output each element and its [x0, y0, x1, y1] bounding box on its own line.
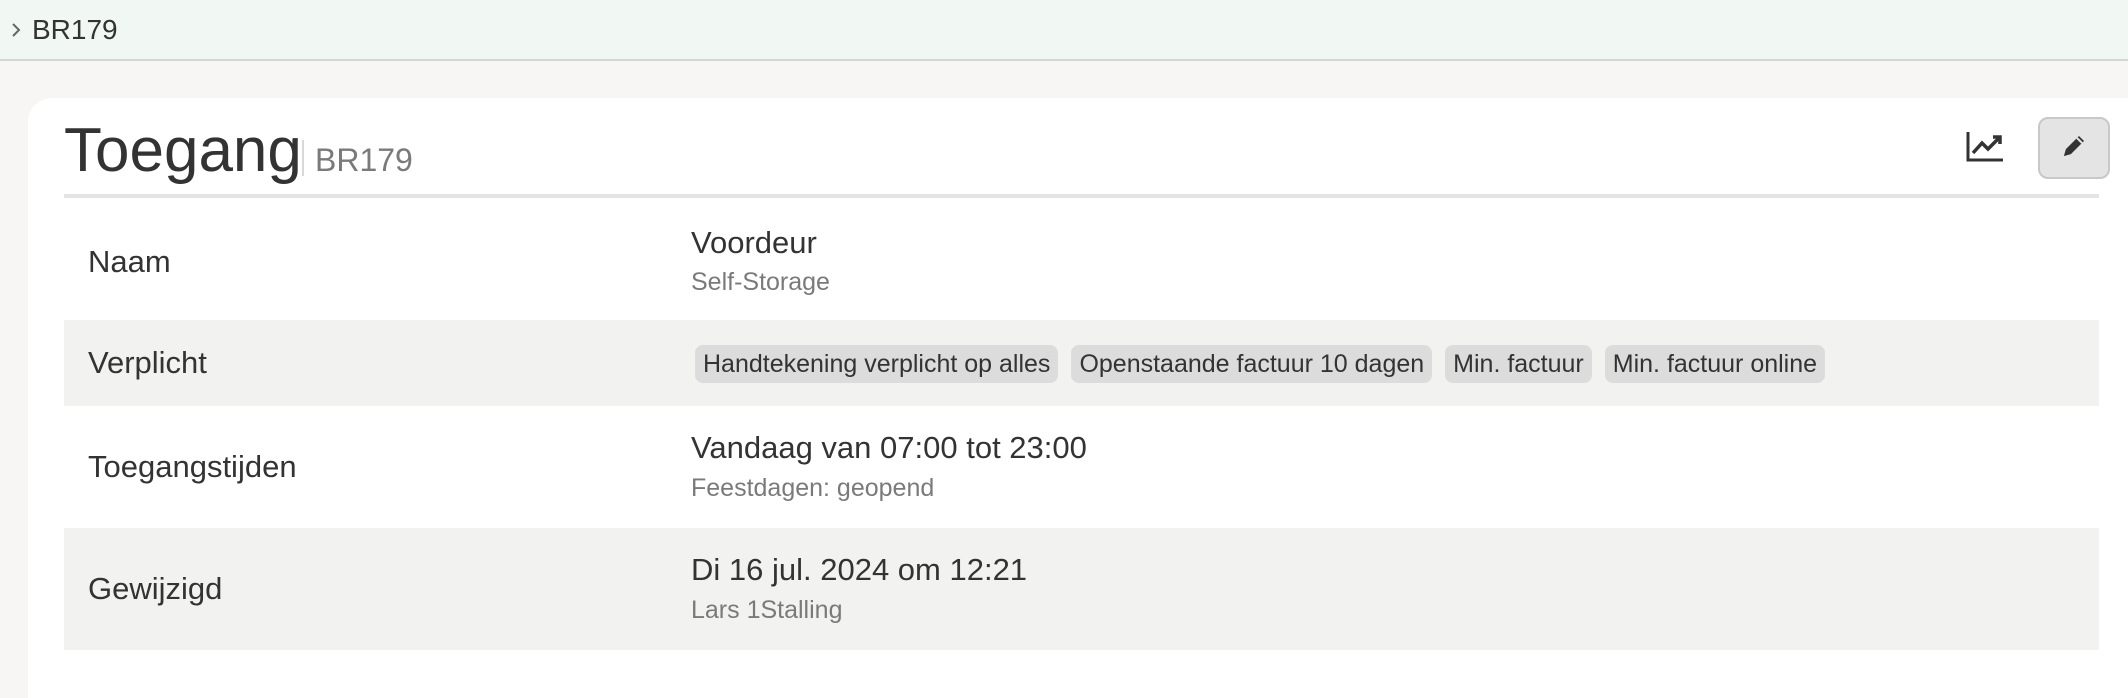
tag: Min. factuur online [1604, 345, 1826, 383]
chevron-right-icon[interactable] [0, 0, 32, 60]
row-value: Vandaag van 07:00 tot 23:00 [691, 430, 1087, 465]
page-subtitle: BR179 [315, 142, 413, 178]
tag-list: Handtekening verplicht op alles Openstaa… [695, 345, 1826, 383]
row-label: Toegangstijden [88, 449, 297, 484]
tag: Openstaande factuur 10 dagen [1071, 345, 1433, 383]
row-subvalue: Lars 1Stalling [691, 596, 843, 624]
line-chart-icon [1965, 129, 2005, 168]
row-label: Verplicht [88, 345, 207, 380]
detail-card: Toegang BR179 Naam Voordeur Self-Storage… [28, 98, 2128, 698]
edit-button[interactable] [2038, 117, 2110, 179]
row-value: Voordeur [691, 225, 817, 260]
row-naam: Naam Voordeur Self-Storage [64, 202, 2099, 320]
row-subvalue: Feestdagen: geopend [691, 474, 935, 502]
row-gewijzigd: Gewijzigd Di 16 jul. 2024 om 12:21 Lars … [64, 528, 2099, 650]
row-value: Di 16 jul. 2024 om 12:21 [691, 552, 1028, 587]
row-label: Naam [88, 244, 171, 279]
breadcrumb-bar: BR179 [0, 0, 2128, 61]
row-verplicht: Verplicht Handtekening verplicht op alle… [64, 320, 2099, 406]
card-header: Toegang BR179 [64, 98, 2110, 198]
tag: Min. factuur [1445, 345, 1592, 383]
tag: Handtekening verplicht op alles [695, 345, 1059, 383]
chart-button[interactable] [1950, 120, 2020, 176]
pencil-icon [2060, 132, 2088, 165]
row-label: Gewijzigd [88, 571, 223, 606]
row-toegangstijden: Toegangstijden Vandaag van 07:00 tot 23:… [64, 406, 2099, 528]
row-subvalue: Self-Storage [691, 268, 830, 296]
title-divider [302, 140, 304, 176]
breadcrumb-item[interactable]: BR179 [32, 15, 118, 44]
page-title: Toegang [64, 116, 302, 185]
